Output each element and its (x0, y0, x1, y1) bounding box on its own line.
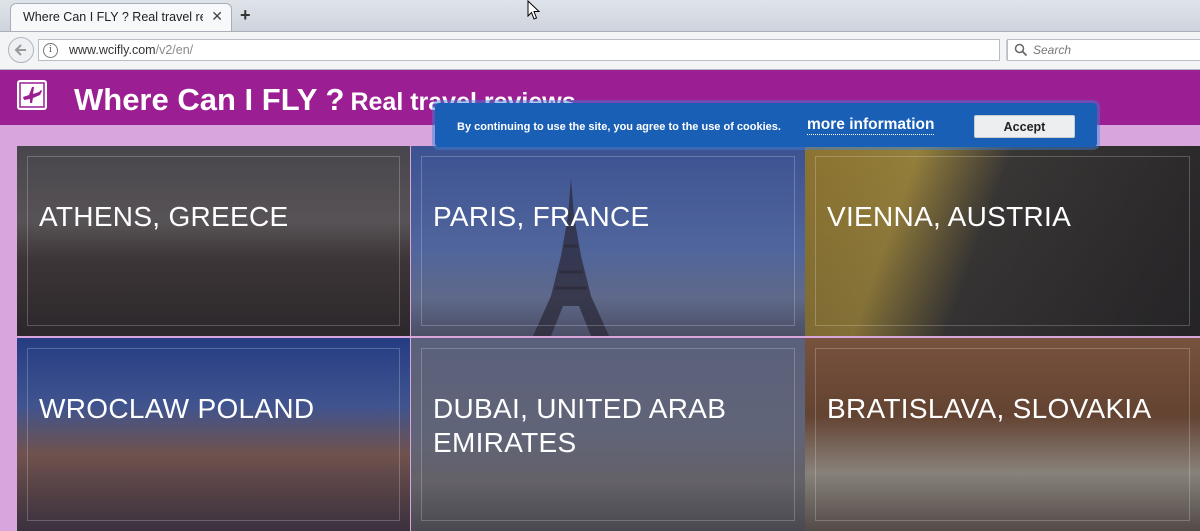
browser-tab[interactable]: Where Can I FLY ? Real travel re... ✕ (10, 3, 232, 31)
tab-strip: Where Can I FLY ? Real travel re... ✕ + (0, 0, 1200, 32)
search-icon (1014, 43, 1028, 57)
info-icon[interactable]: i (43, 43, 58, 58)
site-title-main: Where Can I FLY ? (74, 82, 345, 117)
airplane-logo-icon (19, 82, 45, 108)
card-frame (815, 348, 1190, 521)
destination-grid: ATHENS, GREECE PARIS, FRANCE VIENNA, AUS… (17, 146, 1200, 531)
destination-card-athens[interactable]: ATHENS, GREECE (17, 146, 410, 336)
navigation-bar: i www.wcifly.com/v2/en/ Search (0, 32, 1200, 70)
more-information-link[interactable]: more information (807, 116, 935, 135)
back-button[interactable] (8, 37, 34, 63)
destination-card-wroclaw[interactable]: WROCLAW POLAND (17, 338, 410, 531)
url-domain: www.wcifly.com (69, 43, 156, 57)
card-frame (421, 156, 795, 326)
destination-label: PARIS, FRANCE (433, 201, 650, 232)
search-input[interactable]: Search (1007, 39, 1200, 61)
destination-card-dubai[interactable]: DUBAI, UNITED ARAB EMIRATES (411, 338, 805, 531)
tab-title: Where Can I FLY ? Real travel re... (23, 10, 203, 24)
destination-label: WROCLAW POLAND (39, 393, 315, 424)
destination-label: ATHENS, GREECE (39, 201, 289, 232)
destination-label: VIENNA, AUSTRIA (827, 201, 1072, 232)
cursor-icon (527, 0, 541, 20)
cookie-consent-bar: By continuing to use the site, you agree… (435, 103, 1097, 147)
destination-card-paris[interactable]: PARIS, FRANCE (411, 146, 805, 336)
back-arrow-icon (14, 44, 26, 56)
card-frame (27, 348, 400, 521)
url-text: www.wcifly.com/v2/en/ (69, 43, 193, 57)
card-frame (27, 156, 400, 326)
url-path: /v2/en/ (155, 43, 194, 57)
accept-cookies-button[interactable]: Accept (974, 115, 1075, 138)
close-icon[interactable]: ✕ (211, 8, 223, 25)
address-bar[interactable]: i www.wcifly.com/v2/en/ (38, 39, 1028, 61)
cookie-message: By continuing to use the site, you agree… (457, 121, 781, 133)
new-tab-button[interactable]: + (240, 5, 251, 26)
destination-label: BRATISLAVA, SLOVAKIA (827, 393, 1152, 424)
site-logo[interactable] (17, 80, 47, 110)
destination-card-vienna[interactable]: VIENNA, AUSTRIA (805, 146, 1200, 336)
destination-label: DUBAI, UNITED ARAB EMIRATES (433, 393, 727, 458)
destination-card-bratislava[interactable]: BRATISLAVA, SLOVAKIA (805, 338, 1200, 531)
search-placeholder: Search (1033, 43, 1072, 57)
card-frame (815, 156, 1190, 326)
